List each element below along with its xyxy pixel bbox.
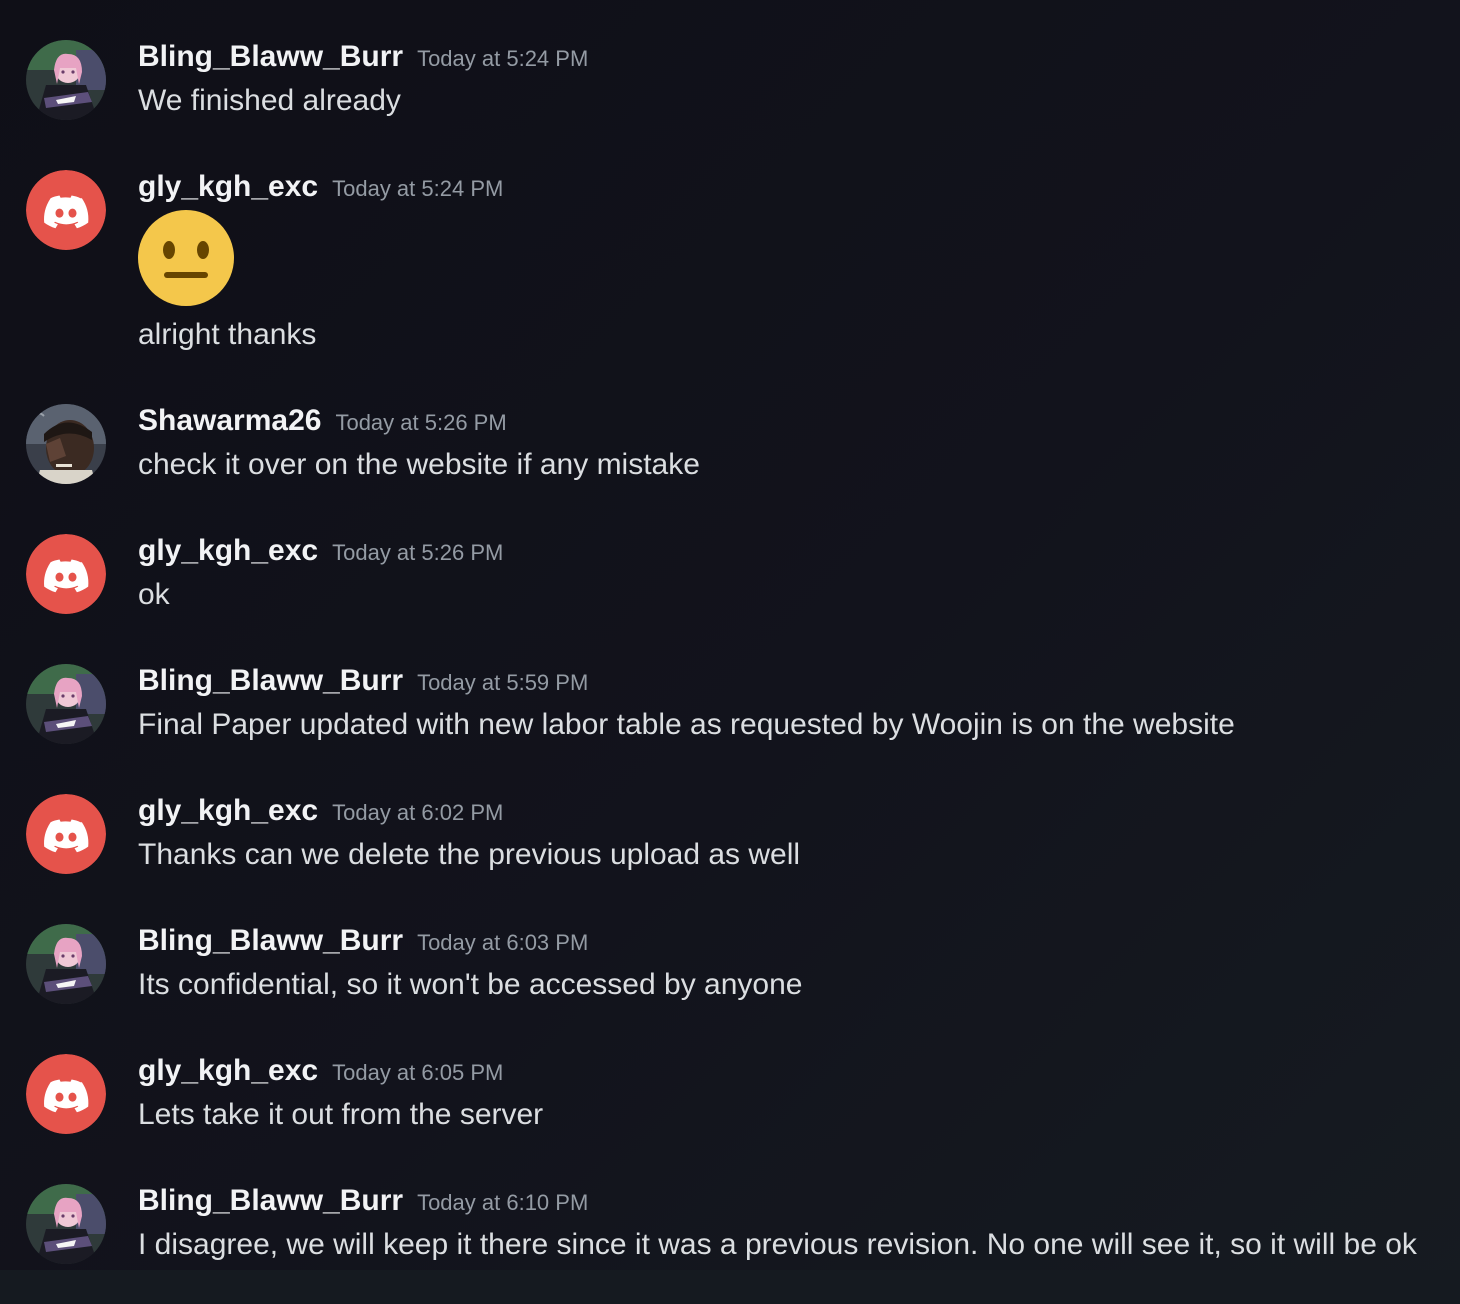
message-header: gly_kgh_exc Today at 6:02 PM <box>138 794 503 828</box>
message-header: gly_kgh_exc Today at 5:24 PM <box>138 170 503 204</box>
message-header: Bling_Blaww_Burr Today at 6:10 PM <box>138 1184 588 1218</box>
bottom-edge <box>0 1270 1460 1304</box>
message-text: alright thanks <box>138 318 317 351</box>
neutral-face-emoji-icon <box>138 210 234 306</box>
timestamp: Today at 5:59 PM <box>417 670 589 695</box>
message-text: Final Paper updated with new labor table… <box>138 708 1235 741</box>
username[interactable]: Bling_Blaww_Burr <box>138 40 403 73</box>
timestamp: Today at 6:10 PM <box>417 1190 589 1215</box>
message-text: check it over on the website if any mist… <box>138 448 700 481</box>
anime-girl-avatar-icon <box>26 664 106 744</box>
avatar[interactable] <box>26 40 106 120</box>
discord-logo-icon <box>26 170 106 250</box>
message-header: Shawarma26 Today at 5:26 PM <box>138 404 507 438</box>
discord-logo-icon <box>26 534 106 614</box>
timestamp: Today at 6:03 PM <box>417 930 589 955</box>
discord-logo-icon <box>26 794 106 874</box>
username[interactable]: gly_kgh_exc <box>138 170 318 203</box>
avatar[interactable] <box>26 404 106 484</box>
username[interactable]: Shawarma26 <box>138 404 321 437</box>
avatar[interactable] <box>26 1184 106 1264</box>
anime-girl-avatar-icon <box>26 40 106 120</box>
username[interactable]: Bling_Blaww_Burr <box>138 664 403 697</box>
discord-logo-icon <box>26 1054 106 1134</box>
message-text: Its confidential, so it won't be accesse… <box>138 968 803 1001</box>
anime-girl-avatar-icon <box>26 924 106 1004</box>
man-smoking-avatar-icon <box>26 404 106 484</box>
message-text: We finished already <box>138 84 401 117</box>
message-text: I disagree, we will keep it there since … <box>138 1228 1417 1261</box>
anime-girl-avatar-icon <box>26 1184 106 1264</box>
username[interactable]: gly_kgh_exc <box>138 1054 318 1087</box>
message-header: gly_kgh_exc Today at 5:26 PM <box>138 534 503 568</box>
message-text: Lets take it out from the server <box>138 1098 544 1131</box>
username[interactable]: Bling_Blaww_Burr <box>138 1184 403 1217</box>
avatar[interactable] <box>26 924 106 1004</box>
message-header: Bling_Blaww_Burr Today at 5:59 PM <box>138 664 588 698</box>
message-list[interactable]: Bling_Blaww_Burr Today at 5:24 PM We fini… <box>0 0 1460 1304</box>
message-text: Thanks can we delete the previous upload… <box>138 838 801 871</box>
timestamp: Today at 6:05 PM <box>332 1060 504 1085</box>
avatar[interactable] <box>26 794 106 874</box>
avatar[interactable] <box>26 170 106 250</box>
timestamp: Today at 5:24 PM <box>332 176 504 201</box>
timestamp: Today at 5:26 PM <box>332 540 504 565</box>
message-header: Bling_Blaww_Burr Today at 6:03 PM <box>138 924 588 958</box>
message-text: ok <box>138 578 170 611</box>
timestamp: Today at 5:24 PM <box>417 46 589 71</box>
timestamp: Today at 6:02 PM <box>332 800 504 825</box>
avatar[interactable] <box>26 1054 106 1134</box>
avatar[interactable] <box>26 534 106 614</box>
timestamp: Today at 5:26 PM <box>335 410 507 435</box>
message-header: gly_kgh_exc Today at 6:05 PM <box>138 1054 503 1088</box>
username[interactable]: Bling_Blaww_Burr <box>138 924 403 957</box>
message-header: Bling_Blaww_Burr Today at 5:24 PM <box>138 40 588 74</box>
avatar[interactable] <box>26 664 106 744</box>
username[interactable]: gly_kgh_exc <box>138 794 318 827</box>
username[interactable]: gly_kgh_exc <box>138 534 318 567</box>
